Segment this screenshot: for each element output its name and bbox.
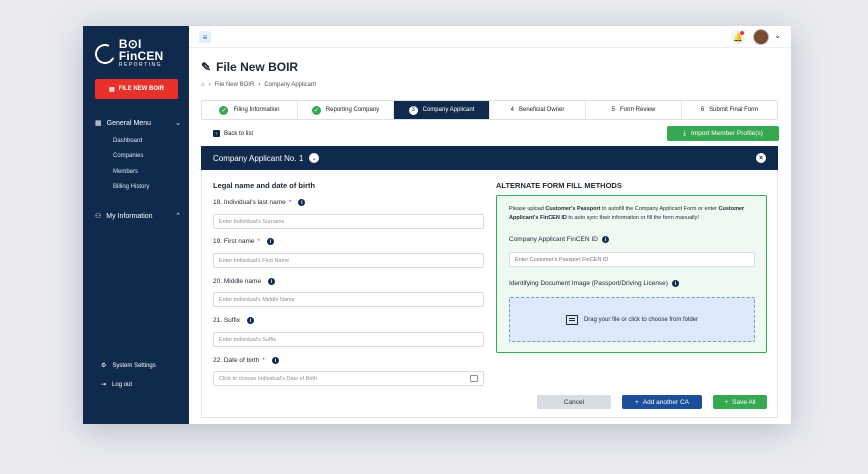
- first-name-input[interactable]: Enter Individual's First Name: [213, 253, 484, 268]
- notification-bell-icon[interactable]: 🔔: [731, 30, 745, 44]
- calendar-icon[interactable]: [470, 375, 478, 382]
- file-new-boir-button[interactable]: ▤ FILE NEW BOIR: [95, 79, 178, 99]
- general-menu-label: General Menu: [106, 119, 151, 127]
- check-icon: ✓: [311, 105, 321, 115]
- add-another-ca-button[interactable]: + Add another CA: [622, 395, 702, 409]
- step-company-applicant[interactable]: 3 Company Applicant: [394, 101, 490, 119]
- file-new-boir-label: FILE NEW BOIR: [118, 86, 164, 92]
- alternate-methods-title: ALTERNATE FORM FILL METHODS: [496, 181, 622, 190]
- last-name-input[interactable]: Enter Individual's Surname: [213, 214, 484, 229]
- middle-name-label: 20. Middle name i: [213, 278, 276, 285]
- my-information-toggle[interactable]: ⚇ My Information ⌃: [95, 212, 181, 221]
- system-settings-label: System Settings: [112, 362, 156, 369]
- info-icon[interactable]: i: [271, 357, 279, 364]
- logout-icon: ⇥: [101, 382, 107, 388]
- page-title-text: File New BOIR: [216, 60, 299, 74]
- sidebar-item-companies[interactable]: Companies: [113, 153, 143, 159]
- info-icon[interactable]: i: [268, 278, 276, 285]
- date-of-birth-input[interactable]: Click to choose Individual's Date of Bir…: [213, 371, 484, 386]
- date-of-birth-label: 22. Date of birth * i: [213, 357, 279, 364]
- step-reporting-company[interactable]: ✓ Reporting Company: [298, 101, 394, 119]
- logout-link[interactable]: ⇥ Log out: [101, 381, 133, 389]
- check-icon: ✓: [219, 105, 229, 115]
- logo-mark-icon: [92, 40, 118, 67]
- logo-subtitle: REPORTING: [118, 62, 163, 68]
- alternate-methods-description: Please upload Customer's Passport to aut…: [509, 206, 745, 221]
- plus-icon: +: [724, 398, 729, 406]
- user-avatar[interactable]: [753, 29, 769, 45]
- step-number: 5: [611, 107, 615, 113]
- form-stepper: ✓ Filing Information ✓ Reporting Company…: [201, 100, 778, 120]
- document-dropzone[interactable]: Drag your file or click to choose from f…: [509, 297, 755, 342]
- info-icon[interactable]: i: [671, 280, 679, 287]
- fincen-id-label: Company Applicant FinCEN ID i: [509, 236, 609, 243]
- chevron-up-icon: ⌃: [175, 213, 181, 220]
- grid-icon: ▦: [95, 120, 102, 127]
- user-gear-icon: ⚇: [95, 213, 102, 220]
- upload-icon: [565, 314, 578, 325]
- document-icon: ▤: [108, 86, 115, 93]
- notification-dot: [740, 31, 744, 35]
- suffix-input[interactable]: Enter Individual's Suffix: [213, 332, 484, 347]
- step-number: 6: [700, 107, 705, 113]
- menu-toggle-icon[interactable]: ≡: [199, 31, 211, 43]
- fincen-id-input[interactable]: Enter Customer's Passport FinCEN ID: [509, 252, 755, 267]
- sidebar: B⊙I FinCEN REPORTING ▤ FILE NEW BOIR ▦ G…: [83, 26, 189, 424]
- step-form-review[interactable]: 5 Form Review: [586, 101, 682, 119]
- system-settings-link[interactable]: ⚙ System Settings: [101, 362, 156, 370]
- step-number: 4: [510, 107, 514, 113]
- page-title: ✎ File New BOIR: [201, 60, 298, 74]
- document-image-label: Identifying Document Image (Passport/Dri…: [509, 280, 679, 287]
- cancel-button[interactable]: Cancel: [537, 395, 611, 409]
- back-to-list-link[interactable]: ‹ Back to list: [213, 130, 253, 137]
- logo: B⊙I FinCEN REPORTING: [92, 37, 189, 69]
- close-icon[interactable]: ×: [756, 153, 766, 163]
- alternate-methods-panel: Please upload Customer's Passport to aut…: [496, 195, 767, 353]
- general-menu-toggle[interactable]: ▦ General Menu ⌄: [95, 119, 181, 128]
- middle-name-input[interactable]: Enter Individual's Middle Name: [213, 292, 484, 307]
- info-icon[interactable]: i: [246, 317, 254, 324]
- last-name-label: 18. Individual's last name * i: [213, 199, 306, 206]
- sidebar-item-members[interactable]: Members: [113, 169, 138, 175]
- suffix-label: 21. Suffix i: [213, 317, 254, 324]
- sidebar-item-dashboard[interactable]: Dashboard: [113, 138, 142, 144]
- plus-icon: +: [634, 398, 639, 406]
- step-submit-final-form[interactable]: 6 Submit Final Form: [682, 101, 777, 119]
- first-name-label: 19. First name * i: [213, 238, 275, 245]
- step-number: 3: [408, 105, 418, 115]
- breadcrumb-company-applicant: Company Applicant: [264, 82, 317, 88]
- chevron-down-icon[interactable]: ⌄: [309, 153, 320, 163]
- sidebar-item-billing-history[interactable]: Billing History: [113, 184, 149, 190]
- home-icon[interactable]: ⌂: [201, 82, 205, 88]
- import-member-profiles-button[interactable]: ⤓ Import Member Profile(s): [667, 126, 779, 141]
- applicant-title: Company Applicant No. 1: [213, 153, 304, 163]
- legal-name-section-title: Legal name and date of birth: [213, 181, 316, 190]
- info-icon[interactable]: i: [267, 238, 275, 245]
- logout-label: Log out: [112, 381, 133, 388]
- logo-title: B⊙I FinCEN: [118, 37, 164, 63]
- step-beneficial-owner[interactable]: 4 Beneficial Owner: [490, 101, 586, 119]
- breadcrumb-file-new-boir[interactable]: File New BOIR: [215, 82, 255, 88]
- top-bar: ≡ 🔔 ⌄: [189, 26, 791, 48]
- gear-icon: ⚙: [101, 363, 107, 369]
- my-information-label: My Information: [106, 212, 153, 220]
- breadcrumb: ⌂ › File New BOIR › Company Applicant: [201, 82, 317, 88]
- step-filing-information[interactable]: ✓ Filing Information: [202, 101, 298, 119]
- save-all-button[interactable]: + Save All: [713, 395, 767, 409]
- chevron-down-icon[interactable]: ⌄: [774, 31, 781, 40]
- info-icon[interactable]: i: [601, 236, 609, 243]
- chevron-down-icon: ⌄: [175, 120, 181, 127]
- form-edit-icon: ✎: [201, 60, 212, 74]
- back-arrow-icon: ‹: [213, 130, 220, 137]
- info-icon[interactable]: i: [298, 199, 306, 206]
- download-icon: ⤓: [683, 129, 686, 137]
- applicant-header-bar[interactable]: Company Applicant No. 1 ⌄ ×: [201, 146, 778, 170]
